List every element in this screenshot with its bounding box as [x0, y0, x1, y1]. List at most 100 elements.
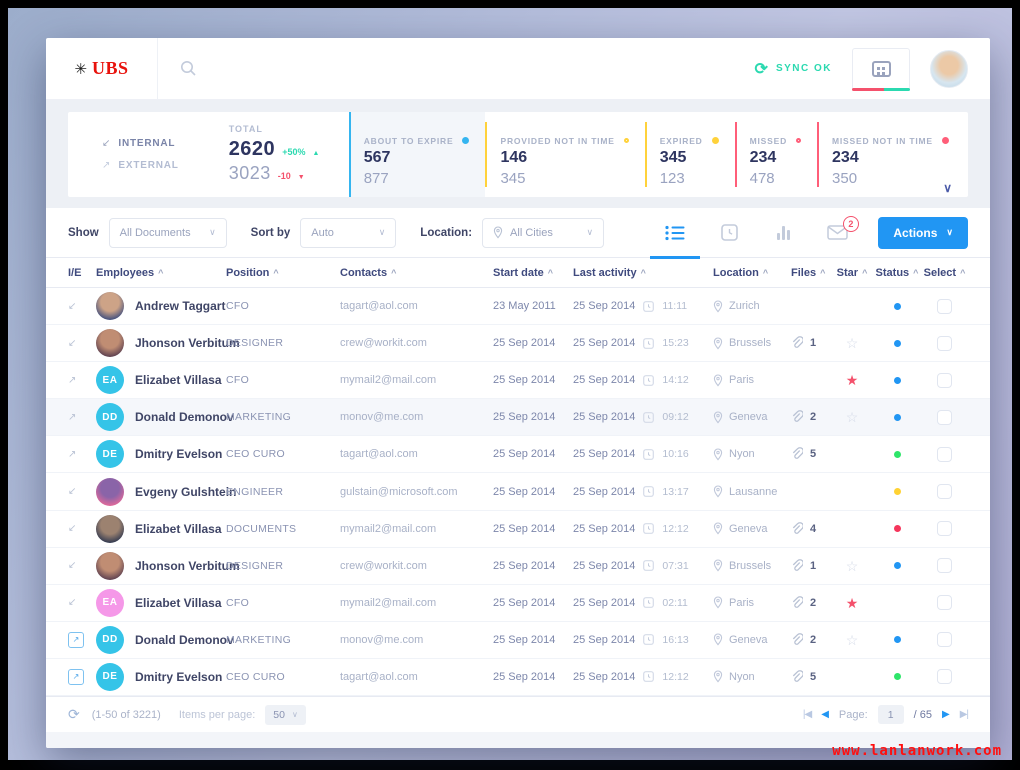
- table-row[interactable]: ↗ DE Dmitry Evelson CEO CURO tagart@aol.…: [46, 436, 990, 474]
- ubs-logo[interactable]: ✳ UBS: [46, 38, 158, 99]
- column-header[interactable]: Start date ^: [493, 267, 573, 279]
- table-row[interactable]: ↙ Evgeny Gulshtein ENGINEER gulstain@mic…: [46, 473, 990, 511]
- attachments[interactable]: 2: [791, 410, 831, 424]
- location-name: Brussels: [729, 559, 772, 572]
- start-date: 25 Sep 2014: [493, 633, 556, 646]
- items-per-page-select[interactable]: 50 ∨: [265, 704, 306, 725]
- column-header[interactable]: Last activity ^: [573, 267, 713, 279]
- row-checkbox[interactable]: [937, 669, 952, 685]
- tab-schedule-view[interactable]: [702, 208, 756, 258]
- column-header[interactable]: Position ^: [226, 267, 340, 279]
- row-checkbox[interactable]: [937, 409, 952, 425]
- next-page-button[interactable]: ▶: [942, 709, 950, 720]
- first-page-button[interactable]: |◀: [803, 709, 812, 720]
- table-row[interactable]: ↗ DD Donald Demonov MARKETING monov@me.c…: [46, 622, 990, 659]
- search-button[interactable]: [180, 60, 197, 77]
- column-header[interactable]: Contacts ^: [340, 267, 493, 279]
- avatar: EA: [96, 588, 124, 617]
- calendar-button[interactable]: [852, 47, 910, 91]
- table-row[interactable]: ↙ Jhonson Verbitum DESIGNER crew@workit.…: [46, 548, 990, 585]
- stat-card[interactable]: ABOUT TO EXPIRE 567 877: [348, 111, 486, 197]
- table-row[interactable]: ↗ DE Dmitry Evelson CEO CURO tagart@aol.…: [46, 659, 990, 697]
- list-icon: [665, 225, 685, 241]
- contact-email: gulstain@microsoft.com: [340, 485, 458, 498]
- start-date: 25 Sep 2014: [493, 485, 556, 498]
- contact-email: crew@workit.com: [340, 337, 427, 350]
- row-checkbox[interactable]: [937, 372, 952, 388]
- contact-email: tagart@aol.com: [340, 670, 418, 683]
- location-label: Location:: [420, 226, 473, 239]
- employee-name: Evgeny Gulshtein: [135, 484, 237, 499]
- documents-select[interactable]: All Documents ∨: [108, 217, 227, 248]
- table-row[interactable]: ↗ EA Elizabet Villasa CFO mymail2@mail.c…: [46, 362, 990, 400]
- chevron-down-icon[interactable]: ∨: [943, 181, 952, 195]
- table-row[interactable]: ↙ EA Elizabet Villasa CFO mymail2@mail.c…: [46, 585, 990, 622]
- attachments[interactable]: 1: [791, 558, 831, 573]
- column-header[interactable]: Files ^: [791, 267, 831, 279]
- contact-email: mymail2@mail.com: [340, 522, 437, 535]
- previous-page-button[interactable]: ◀: [821, 709, 829, 720]
- row-checkbox[interactable]: [937, 298, 952, 314]
- tab-chart-view[interactable]: [756, 208, 810, 258]
- tab-list-view[interactable]: [648, 208, 702, 259]
- desktop-background: ✳ UBS ⟳ SYNC OK ↙ INTERNAL ↗ EXTERNAL TO…: [8, 8, 1012, 760]
- row-checkbox[interactable]: [937, 484, 952, 500]
- attachments[interactable]: 4: [791, 521, 831, 536]
- actions-button[interactable]: Actions ∨: [878, 216, 968, 249]
- attachments[interactable]: 2: [791, 632, 831, 647]
- stat-card[interactable]: EXPIRED 345 123: [644, 121, 735, 187]
- tab-mail-view[interactable]: 2: [810, 208, 864, 258]
- stat-card[interactable]: PROVIDED NOT IN TIME 146 345: [485, 121, 644, 187]
- refresh-icon[interactable]: ⟳: [68, 706, 80, 723]
- star-icon[interactable]: ★: [846, 596, 859, 610]
- activity-date: 25 Sep 2014: [573, 337, 636, 350]
- attachments[interactable]: 1: [791, 336, 831, 350]
- table-row[interactable]: ↗ DD Donald Demonov MARKETING monov@me.c…: [46, 399, 990, 437]
- star-icon[interactable]: ☆: [846, 633, 859, 647]
- status-dot: [893, 339, 901, 347]
- row-checkbox[interactable]: [937, 446, 952, 462]
- sort-select[interactable]: Auto ∨: [300, 217, 397, 248]
- row-checkbox[interactable]: [937, 595, 952, 611]
- location-name: Geneva: [729, 633, 768, 646]
- column-header[interactable]: Status ^: [876, 267, 919, 279]
- column-header[interactable]: Star ^: [837, 267, 868, 279]
- row-checkbox[interactable]: [937, 335, 952, 351]
- attachments[interactable]: 5: [791, 670, 831, 684]
- star-icon[interactable]: ★: [846, 373, 859, 387]
- star-icon[interactable]: ☆: [846, 336, 859, 350]
- attachments[interactable]: 5: [791, 447, 831, 461]
- pin-icon: [713, 337, 723, 350]
- location-name: Nyon: [729, 448, 755, 461]
- app-window: ✳ UBS ⟳ SYNC OK ↙ INTERNAL ↗ EXTERNAL TO…: [46, 38, 990, 748]
- activity-time: 02:11: [662, 596, 688, 609]
- internal-filter[interactable]: ↙ INTERNAL: [102, 138, 179, 149]
- attachments[interactable]: 2: [791, 595, 831, 610]
- page-input[interactable]: 1: [877, 705, 904, 724]
- files-count: 1: [810, 337, 817, 350]
- table-row[interactable]: ↙ Jhonson Verbitum DESIGNER crew@workit.…: [46, 325, 990, 363]
- row-checkbox[interactable]: [937, 632, 952, 648]
- user-avatar[interactable]: [930, 49, 968, 88]
- column-header[interactable]: Select ^: [924, 267, 966, 279]
- position: DOCUMENTS: [226, 522, 297, 535]
- star-icon[interactable]: ☆: [846, 559, 859, 573]
- star-icon[interactable]: ☆: [846, 410, 859, 424]
- internal-label: INTERNAL: [118, 137, 176, 149]
- row-checkbox[interactable]: [937, 558, 952, 574]
- sync-status[interactable]: ⟳ SYNC OK: [755, 59, 832, 79]
- arrow-down-left-icon: ↙: [102, 137, 111, 149]
- table-row[interactable]: ↙ Elizabet Villasa DOCUMENTS mymail2@mai…: [46, 511, 990, 548]
- ie-icon: ↙: [68, 486, 77, 498]
- last-page-button[interactable]: ▶|: [960, 709, 969, 720]
- city-select[interactable]: All Cities ∨: [482, 217, 605, 248]
- row-checkbox[interactable]: [937, 521, 952, 537]
- column-header[interactable]: Location ^: [713, 267, 791, 279]
- column-header[interactable]: Employees ^: [96, 267, 226, 279]
- stat-card[interactable]: MISSED 234 478: [734, 121, 817, 187]
- column-header[interactable]: I/E: [68, 267, 96, 279]
- paperclip-icon: [791, 447, 803, 461]
- external-filter[interactable]: ↗ EXTERNAL: [102, 160, 179, 171]
- stat-card[interactable]: MISSED NOT IN TIME 234 350: [817, 121, 965, 187]
- table-row[interactable]: ↙ Andrew Taggart CFO tagart@aol.com 23 M…: [46, 288, 990, 326]
